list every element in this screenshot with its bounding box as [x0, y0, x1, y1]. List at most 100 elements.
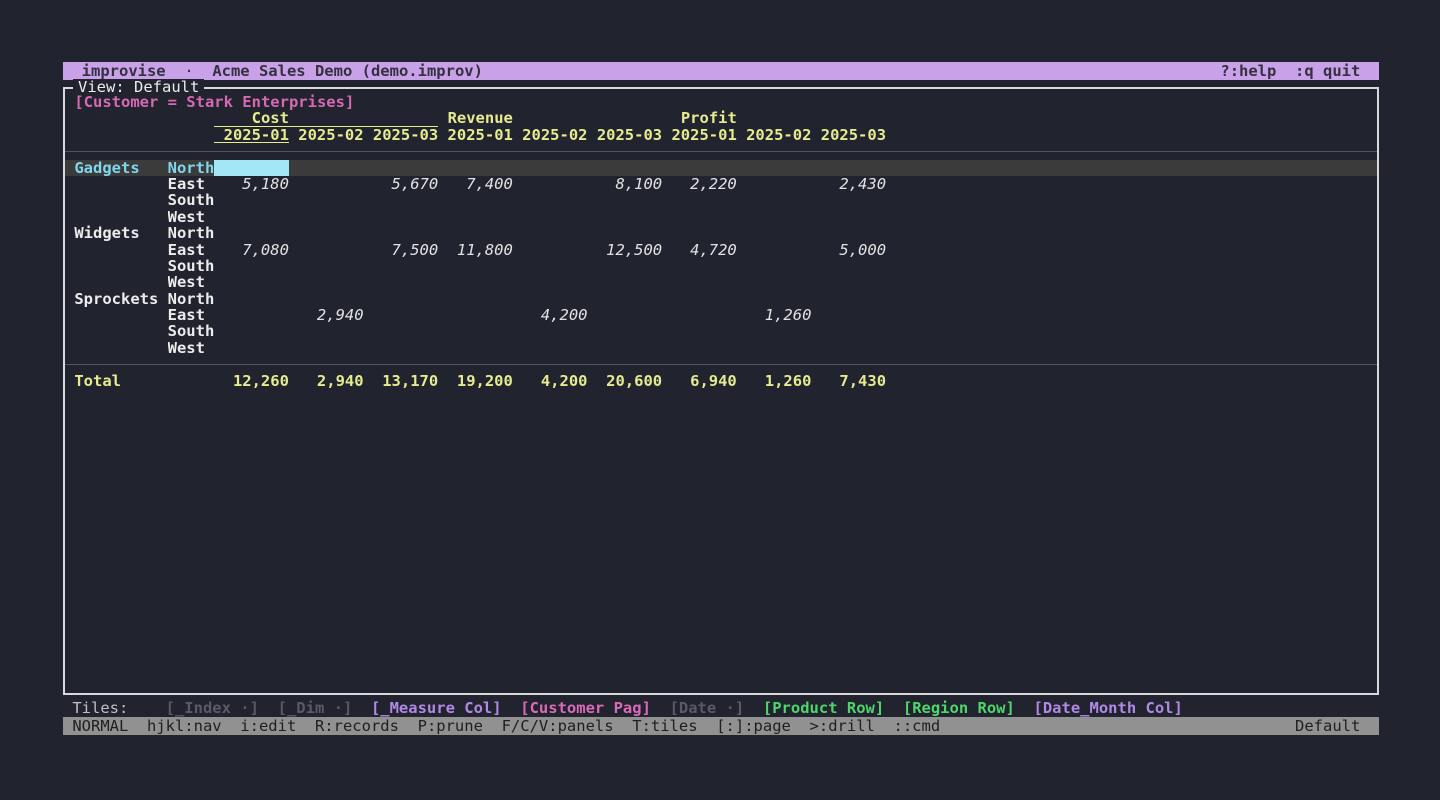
table-cell[interactable] [737, 176, 812, 192]
table-cell[interactable] [662, 291, 737, 307]
table-cell[interactable] [513, 323, 588, 339]
column-header[interactable]: 2025-03 [588, 127, 663, 143]
table-cell[interactable] [811, 192, 886, 208]
table-cell[interactable] [588, 192, 663, 208]
table-row[interactable]: South [65, 192, 1377, 208]
column-header-selected[interactable]: 2025-01 [214, 127, 289, 143]
table-row[interactable]: Sprockets North [65, 291, 1377, 307]
table-cell[interactable] [214, 258, 289, 274]
table-cell[interactable]: 5,670 [364, 176, 439, 192]
table-cell[interactable] [513, 209, 588, 225]
table-cell[interactable] [811, 291, 886, 307]
table-cell[interactable] [588, 274, 663, 290]
table-cell[interactable] [513, 160, 588, 176]
tile-region[interactable]: [Region Row] [903, 700, 1015, 717]
column-header[interactable]: 2025-01 [662, 127, 737, 143]
table-cell[interactable] [662, 209, 737, 225]
tile-customer[interactable]: [Customer Pag] [520, 700, 651, 717]
table-cell[interactable] [588, 340, 663, 356]
table-cell[interactable] [737, 274, 812, 290]
table-cell[interactable] [364, 323, 439, 339]
table-cell[interactable] [811, 274, 886, 290]
table-cell[interactable] [811, 225, 886, 241]
table-row[interactable]: East 5,180 5,670 7,400 8,100 2,220 2,430 [65, 176, 1377, 192]
table-cell[interactable] [588, 323, 663, 339]
table-cell[interactable] [438, 291, 513, 307]
table-cell[interactable]: 5,000 [811, 242, 886, 258]
measure-group-profit[interactable]: Profit [662, 110, 886, 126]
cursor-cell[interactable] [214, 160, 289, 176]
table-cell[interactable]: 4,720 [662, 242, 737, 258]
table-cell[interactable] [737, 242, 812, 258]
table-row[interactable]: Widgets North [65, 225, 1377, 241]
table-cell[interactable] [588, 307, 663, 323]
table-cell[interactable] [438, 209, 513, 225]
table-cell[interactable]: 2,220 [662, 176, 737, 192]
table-cell[interactable] [513, 291, 588, 307]
table-cell[interactable] [289, 291, 364, 307]
table-cell[interactable] [289, 160, 364, 176]
column-header[interactable]: 2025-01 [438, 127, 513, 143]
table-cell[interactable] [438, 323, 513, 339]
table-cell[interactable]: 2,940 [289, 307, 364, 323]
table-cell[interactable] [737, 258, 812, 274]
table-cell[interactable] [513, 340, 588, 356]
table-cell[interactable] [513, 192, 588, 208]
table-row[interactable]: East 7,080 7,500 11,800 12,500 4,720 5,0… [65, 242, 1377, 258]
table-cell[interactable] [214, 192, 289, 208]
table-cell[interactable] [513, 225, 588, 241]
table-cell[interactable] [364, 340, 439, 356]
table-cell[interactable] [438, 225, 513, 241]
table-row[interactable]: South [65, 323, 1377, 339]
table-cell[interactable] [662, 307, 737, 323]
table-cell[interactable] [364, 307, 439, 323]
table-cell[interactable]: 4,200 [513, 307, 588, 323]
measure-group-revenue[interactable]: Revenue [438, 110, 662, 126]
table-cell[interactable] [364, 258, 439, 274]
table-row[interactable]: East 2,940 4,200 1,260 [65, 307, 1377, 323]
table-cell[interactable] [364, 192, 439, 208]
table-cell[interactable] [214, 291, 289, 307]
table-cell[interactable] [662, 258, 737, 274]
table-cell[interactable] [513, 258, 588, 274]
table-cell[interactable]: 11,800 [438, 242, 513, 258]
table-cell[interactable] [737, 160, 812, 176]
tile-date-month[interactable]: [Date_Month Col] [1034, 700, 1183, 717]
table-cell[interactable] [737, 225, 812, 241]
table-cell[interactable] [662, 340, 737, 356]
table-cell[interactable] [811, 258, 886, 274]
table-cell[interactable] [289, 176, 364, 192]
table-cell[interactable] [811, 209, 886, 225]
column-header[interactable]: 2025-03 [811, 127, 886, 143]
table-cell[interactable] [214, 274, 289, 290]
table-cell[interactable]: 12,500 [588, 242, 663, 258]
table-cell[interactable] [811, 160, 886, 176]
column-header[interactable]: 2025-02 [513, 127, 588, 143]
table-cell[interactable]: 7,500 [364, 242, 439, 258]
table-cell[interactable] [737, 340, 812, 356]
table-cell[interactable] [289, 225, 364, 241]
table-cell[interactable]: 5,180 [214, 176, 289, 192]
tile-dim[interactable]: [_Dim ·] [278, 700, 353, 717]
table-row[interactable]: West [65, 340, 1377, 356]
table-cell[interactable] [662, 192, 737, 208]
table-cell[interactable] [662, 225, 737, 241]
tile-date[interactable]: [Date ·] [670, 700, 745, 717]
table-cell[interactable] [737, 192, 812, 208]
table-cell[interactable] [289, 258, 364, 274]
table-cell[interactable] [289, 242, 364, 258]
table-cell[interactable] [513, 176, 588, 192]
table-cell[interactable] [364, 160, 439, 176]
table-cell[interactable] [588, 160, 663, 176]
table-cell[interactable] [364, 274, 439, 290]
table-cell[interactable]: 7,400 [438, 176, 513, 192]
table-cell[interactable]: 1,260 [737, 307, 812, 323]
table-cell[interactable] [662, 160, 737, 176]
measure-group-cost[interactable]: Cost [214, 110, 438, 126]
table-cell[interactable] [289, 209, 364, 225]
table-cell[interactable] [737, 291, 812, 307]
table-cell[interactable] [588, 209, 663, 225]
table-cell[interactable]: 2,430 [811, 176, 886, 192]
column-header[interactable]: 2025-02 [737, 127, 812, 143]
table-row[interactable]: South [65, 258, 1377, 274]
